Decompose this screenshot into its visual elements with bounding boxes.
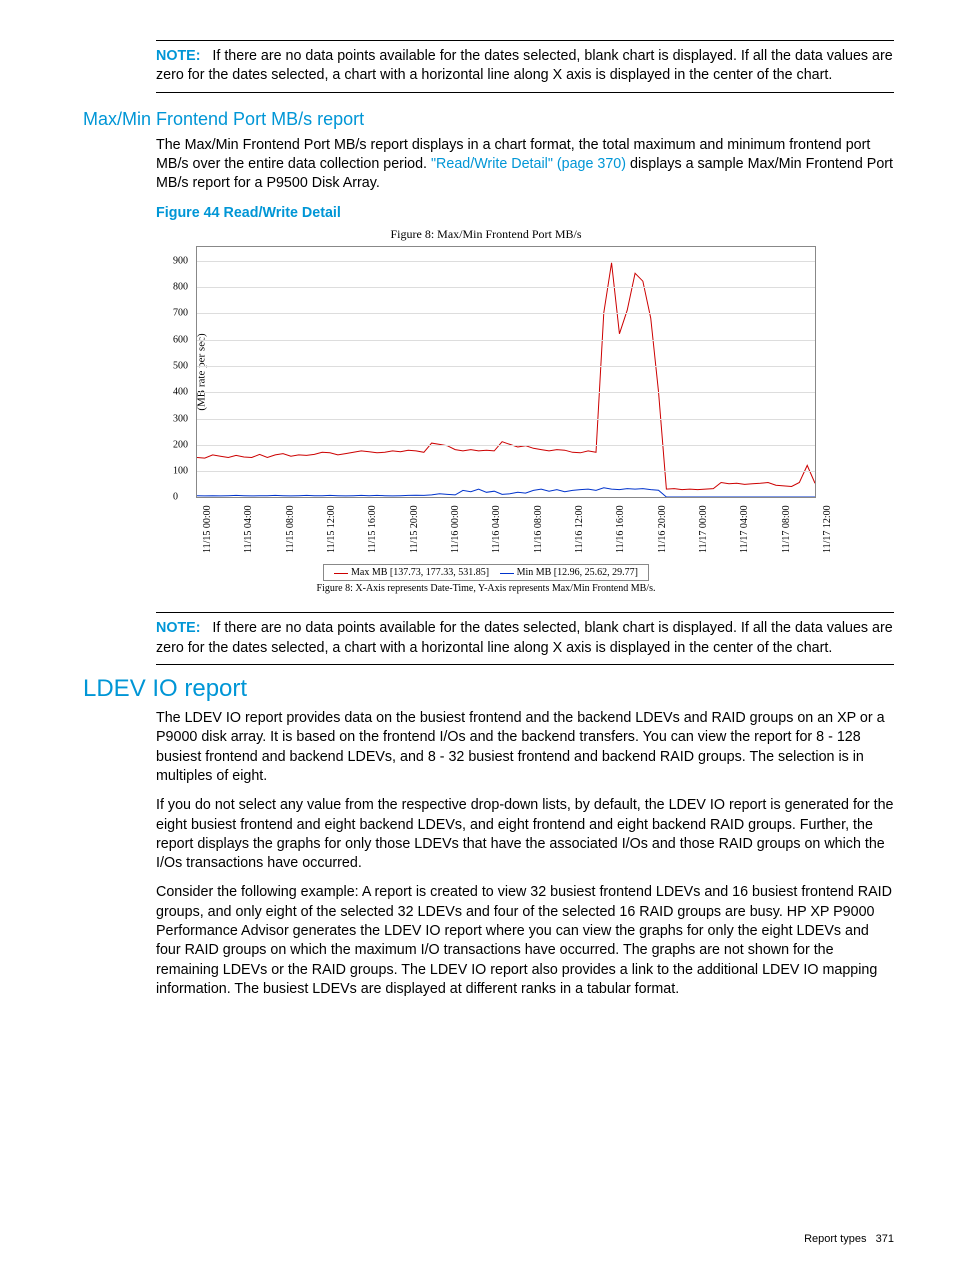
x-tick: 11/17 00:00 xyxy=(698,506,709,554)
section-heading-ldev: LDEV IO report xyxy=(83,675,894,703)
grid-line xyxy=(197,313,815,314)
y-tick: 200 xyxy=(173,439,188,450)
x-tick: 11/16 00:00 xyxy=(450,506,461,554)
y-tick: 400 xyxy=(173,387,188,398)
y-tick: 0 xyxy=(173,492,178,503)
chart-plot-area: (MB rate per sec) 0100200300400500600700… xyxy=(196,246,816,498)
grid-line xyxy=(197,261,815,262)
x-tick: 11/15 12:00 xyxy=(326,506,337,554)
footer-label: Report types xyxy=(804,1233,866,1245)
divider xyxy=(156,92,894,93)
chart-figure-8: Figure 8: Max/Min Frontend Port MB/s (MB… xyxy=(156,227,816,594)
x-tick: 11/16 12:00 xyxy=(574,506,585,554)
divider-top xyxy=(156,40,894,41)
y-tick: 700 xyxy=(173,308,188,319)
grid-line xyxy=(197,340,815,341)
divider xyxy=(156,664,894,665)
x-axis-ticks: 11/15 00:00 11/15 04:00 11/15 08:00 11/15 1… xyxy=(196,498,816,560)
note-label: NOTE: xyxy=(156,48,200,64)
x-tick: 11/15 08:00 xyxy=(285,506,296,554)
y-tick: 300 xyxy=(173,413,188,424)
x-tick: 11/17 04:00 xyxy=(739,506,750,554)
chart-lines xyxy=(197,247,815,497)
y-tick: 800 xyxy=(173,281,188,292)
series-max-mb xyxy=(197,263,815,490)
figure-caption: Figure 44 Read/Write Detail xyxy=(156,205,894,221)
link-read-write-detail[interactable]: "Read/Write Detail" (page 370) xyxy=(431,156,626,172)
grid-line xyxy=(197,392,815,393)
note-text: If there are no data points available fo… xyxy=(156,48,893,83)
divider xyxy=(156,612,894,613)
x-tick: 11/15 04:00 xyxy=(243,506,254,554)
page-number: 371 xyxy=(876,1233,894,1245)
x-tick: 11/17 08:00 xyxy=(781,506,792,554)
x-tick: 11/15 20:00 xyxy=(409,506,420,554)
y-tick: 100 xyxy=(173,466,188,477)
chart-footnote: Figure 8: X-Axis represents Date-Time, Y… xyxy=(156,583,816,594)
note-2: NOTE: If there are no data points availa… xyxy=(156,619,894,658)
note-label: NOTE: xyxy=(156,620,200,636)
paragraph: Consider the following example: A report… xyxy=(156,883,894,999)
chart-legend: Max MB [137.73, 177.33, 531.85] Min MB [… xyxy=(323,564,649,581)
series-min-mb xyxy=(197,488,815,497)
x-tick: 11/16 08:00 xyxy=(533,506,544,554)
x-tick: 11/16 04:00 xyxy=(491,506,502,554)
paragraph: The LDEV IO report provides data on the … xyxy=(156,709,894,786)
note-1: NOTE: If there are no data points availa… xyxy=(156,47,894,86)
note-text: If there are no data points available fo… xyxy=(156,620,893,655)
legend-line-icon xyxy=(500,573,514,574)
paragraph: If you do not select any value from the … xyxy=(156,796,894,873)
y-tick: 500 xyxy=(173,360,188,371)
legend-max: Max MB [137.73, 177.33, 531.85] xyxy=(334,567,489,578)
x-tick: 11/17 12:00 xyxy=(822,506,833,554)
x-tick: 11/16 20:00 xyxy=(657,506,668,554)
x-tick: 11/15 16:00 xyxy=(367,506,378,554)
y-tick: 900 xyxy=(173,255,188,266)
x-tick: 11/16 16:00 xyxy=(615,506,626,554)
y-tick: 600 xyxy=(173,334,188,345)
grid-line xyxy=(197,287,815,288)
grid-line xyxy=(197,366,815,367)
paragraph: The Max/Min Frontend Port MB/s report di… xyxy=(156,136,894,194)
grid-line xyxy=(197,471,815,472)
section-heading-maxmin: Max/Min Frontend Port MB/s report xyxy=(83,109,894,130)
grid-line xyxy=(197,419,815,420)
x-tick: 11/15 00:00 xyxy=(202,506,213,554)
grid-line xyxy=(197,445,815,446)
legend-min: Min MB [12.96, 25.62, 29.77] xyxy=(500,567,638,578)
page-footer: Report types 371 xyxy=(804,1233,894,1245)
chart-title: Figure 8: Max/Min Frontend Port MB/s xyxy=(156,227,816,242)
legend-line-icon xyxy=(334,573,348,574)
